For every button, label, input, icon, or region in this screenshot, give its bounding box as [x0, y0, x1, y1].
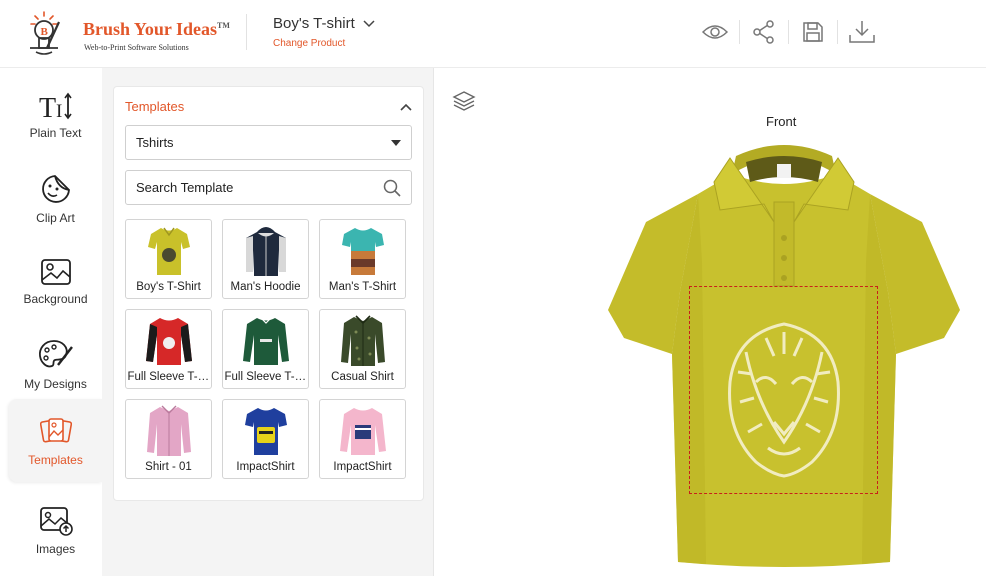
change-product-link[interactable]: Change Product — [273, 38, 375, 49]
share-icon — [753, 20, 774, 44]
template-label: Shirt - 01 — [145, 461, 192, 473]
tool-clip-art[interactable]: Clip Art — [9, 157, 102, 240]
template-card[interactable]: Full Sleeve T-Shirt — [125, 309, 212, 389]
template-label: ImpactShirt — [333, 461, 392, 473]
palette-icon — [38, 339, 73, 367]
preview-button[interactable] — [691, 18, 739, 46]
template-label: Casual Shirt — [331, 371, 394, 383]
template-thumbnail — [333, 402, 393, 460]
template-card[interactable]: ImpactShirt — [319, 399, 406, 479]
share-button[interactable] — [740, 18, 788, 46]
formal-shirt-icon — [146, 405, 191, 456]
template-thumbnail — [333, 222, 393, 280]
template-card[interactable]: Shirt - 01 — [125, 399, 212, 479]
header-actions — [691, 18, 886, 46]
app-header: B Brush Your IdeasTM Web-to-Print Softwa… — [0, 0, 986, 68]
tool-label: Plain Text — [29, 125, 82, 140]
tool-images[interactable]: Images — [9, 489, 102, 572]
tool-label: My Designs — [24, 376, 87, 391]
template-card[interactable]: Man's Hoodie — [222, 219, 309, 299]
brand-title: Brush Your IdeasTM — [83, 19, 230, 39]
download-button[interactable] — [838, 18, 886, 46]
tshirt-icon — [341, 228, 384, 275]
caret-down-icon — [391, 139, 401, 146]
tshirt-icon — [244, 408, 287, 455]
template-label: Full Sleeve T-Shirt — [127, 371, 210, 383]
templates-icon — [39, 417, 72, 443]
template-thumbnail — [236, 402, 296, 460]
product-selector[interactable]: Boy's T-shirt Change Product — [273, 15, 375, 49]
panel-header[interactable]: Templates — [125, 99, 412, 114]
clipart-icon — [41, 174, 70, 203]
template-label: Full Sleeve T-Shirt — [224, 371, 307, 383]
side-label: Front — [766, 114, 797, 129]
tool-templates[interactable]: Templates — [9, 399, 102, 482]
hoodie-icon — [245, 227, 286, 276]
template-card[interactable]: Full Sleeve T-Shirt — [222, 309, 309, 389]
polo-shirt-icon — [147, 227, 190, 275]
text-icon: T I — [39, 92, 72, 120]
templates-panel: Templates Tshirts Search Template Boy's … — [113, 86, 424, 501]
category-select[interactable]: Tshirts — [125, 125, 412, 160]
template-thumbnail — [139, 402, 199, 460]
template-label: Boy's T-Shirt — [136, 281, 201, 293]
tool-plain-text[interactable]: T I Plain Text — [9, 74, 102, 157]
template-thumbnail — [236, 312, 296, 370]
template-card[interactable]: Boy's T-Shirt — [125, 219, 212, 299]
brand-logo[interactable]: B Brush Your IdeasTM Web-to-Print Softwa… — [27, 8, 232, 58]
template-label: Man's Hoodie — [230, 281, 301, 293]
download-icon — [849, 21, 875, 43]
tool-label: Clip Art — [36, 210, 75, 225]
tools-sidebar: T I Plain Text Clip Art Background My De… — [0, 68, 102, 576]
search-icon[interactable] — [383, 179, 401, 197]
search-input[interactable] — [136, 180, 356, 195]
tool-background[interactable]: Background — [9, 240, 102, 323]
header-divider — [246, 14, 247, 50]
chevron-up-icon[interactable] — [400, 103, 412, 111]
tool-my-designs[interactable]: My Designs — [9, 323, 102, 406]
long-sleeve-shirt-icon — [339, 408, 386, 455]
template-thumbnail — [139, 222, 199, 280]
template-thumbnail — [139, 312, 199, 370]
save-button[interactable] — [789, 18, 837, 46]
background-icon — [40, 258, 71, 285]
template-card[interactable]: Casual Shirt — [319, 309, 406, 389]
tool-label: Background — [23, 291, 88, 306]
category-value: Tshirts — [136, 135, 174, 150]
layers-icon — [452, 91, 476, 111]
template-label: Man's T-Shirt — [328, 281, 397, 293]
long-sleeve-shirt-icon — [242, 317, 289, 365]
product-name[interactable]: Boy's T-shirt — [273, 15, 355, 32]
svg-text:I: I — [56, 101, 62, 120]
layers-button[interactable] — [452, 90, 476, 117]
design-canvas[interactable]: Front — [434, 68, 986, 576]
template-card[interactable]: Man's T-Shirt — [319, 219, 406, 299]
template-thumbnail — [236, 222, 296, 280]
tool-label: Images — [35, 541, 76, 556]
chevron-down-icon[interactable] — [363, 19, 375, 28]
panel-title: Templates — [125, 99, 185, 114]
tool-label: Templates — [28, 452, 83, 467]
eye-icon — [702, 25, 728, 39]
image-upload-icon — [39, 506, 73, 536]
template-grid: Boy's T-Shirt Man's Hoodie Man's T-Shirt… — [125, 219, 408, 479]
template-thumbnail — [333, 312, 393, 370]
brand-subtitle: Web-to-Print Software Solutions — [84, 43, 189, 52]
options-panel-column: Templates Tshirts Search Template Boy's … — [102, 68, 434, 576]
svg-text:B: B — [41, 26, 49, 38]
save-icon — [803, 22, 823, 42]
template-search[interactable] — [125, 170, 412, 205]
lightbulb-logo-icon: B — [30, 11, 60, 55]
casual-shirt-icon — [340, 315, 385, 366]
svg-text:T: T — [39, 93, 56, 120]
template-label: ImpactShirt — [236, 461, 295, 473]
long-sleeve-shirt-icon — [145, 318, 192, 365]
print-area-boundary[interactable] — [689, 286, 878, 494]
template-card[interactable]: ImpactShirt — [222, 399, 309, 479]
